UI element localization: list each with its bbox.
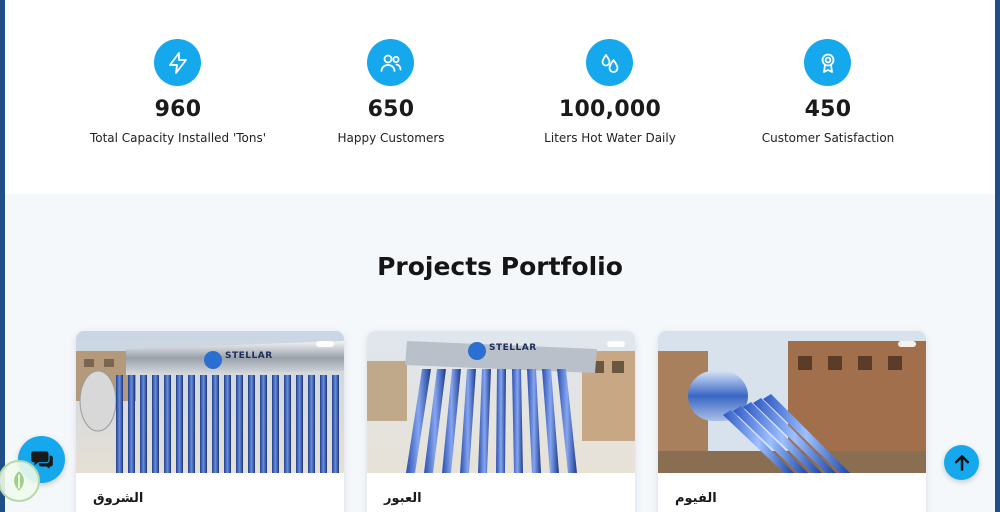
stat-value: 650 xyxy=(367,97,415,122)
stat-label: Customer Satisfaction xyxy=(761,131,895,145)
page: 960 Total Capacity Installed 'Tons' 650 … xyxy=(5,0,995,512)
leaf-logo-icon xyxy=(14,471,24,491)
stat-label: Total Capacity Installed 'Tons' xyxy=(89,131,267,145)
gallery-indicator xyxy=(898,341,916,347)
project-card[interactable]: STELLAR العبور xyxy=(367,331,635,512)
stat-value: 450 xyxy=(804,97,852,122)
portfolio-title: Projects Portfolio xyxy=(377,252,623,281)
site-badge xyxy=(0,460,40,502)
stat-label: Liters Hot Water Daily xyxy=(544,131,676,145)
stat-liters: 100,000 Liters Hot Water Daily xyxy=(500,0,720,194)
project-name: الفيوم xyxy=(675,491,717,506)
project-image xyxy=(658,331,926,473)
project-card[interactable]: STELLAR الشروق xyxy=(76,331,344,512)
gallery-indicator xyxy=(607,341,625,347)
award-ribbon-icon xyxy=(804,39,851,86)
bolt-icon xyxy=(154,39,201,86)
project-image xyxy=(76,331,344,473)
project-name: الشروق xyxy=(93,491,144,506)
stat-satisfaction: 450 Customer Satisfaction xyxy=(718,0,938,194)
stellar-logo: STELLAR xyxy=(489,343,537,353)
stat-label: Happy Customers xyxy=(337,131,445,145)
stat-customers: 650 Happy Customers xyxy=(281,0,501,194)
project-card[interactable]: الفيوم xyxy=(658,331,926,512)
water-drops-icon xyxy=(586,39,633,86)
stat-capacity: 960 Total Capacity Installed 'Tons' xyxy=(68,0,288,194)
stat-value: 100,000 xyxy=(558,97,662,122)
arrow-up-icon xyxy=(954,454,969,471)
gallery-indicator xyxy=(316,341,334,347)
stats-section: 960 Total Capacity Installed 'Tons' 650 … xyxy=(5,0,995,194)
stellar-logo: STELLAR xyxy=(225,351,273,361)
users-icon xyxy=(367,39,414,86)
stat-value: 960 xyxy=(154,97,202,122)
scroll-top-button[interactable] xyxy=(944,445,979,480)
project-name: العبور xyxy=(384,491,422,506)
